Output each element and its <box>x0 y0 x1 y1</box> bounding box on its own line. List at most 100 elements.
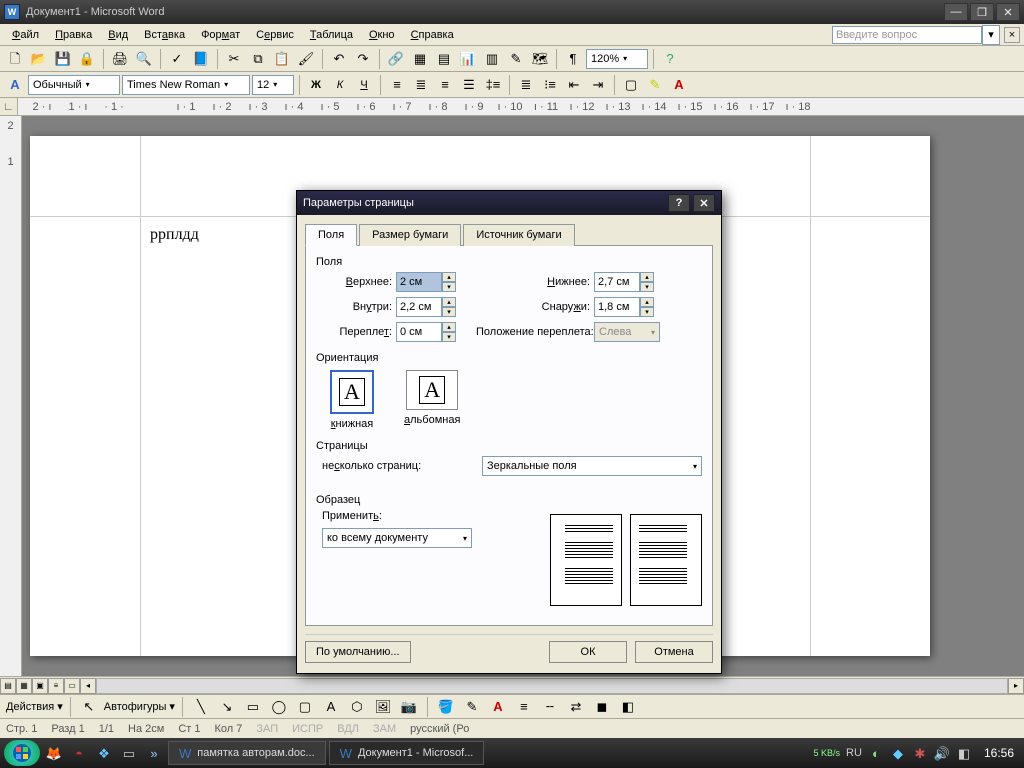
drawing-button[interactable]: ✎ <box>505 48 527 70</box>
shadow-button[interactable]: ◼ <box>591 696 613 718</box>
copy-button[interactable]: ⧉ <box>247 48 269 70</box>
format-painter-button[interactable]: 🖌 <box>295 48 317 70</box>
ql-firefox-icon[interactable]: 🦊 <box>43 742 65 764</box>
status-trk[interactable]: ИСПР <box>292 723 323 735</box>
help-search-dd[interactable]: ▾ <box>982 25 1000 45</box>
field-gutter[interactable]: ▴▾ <box>396 322 462 342</box>
save-button[interactable]: 💾 <box>52 48 74 70</box>
close-help-button[interactable]: × <box>1004 27 1020 43</box>
ql-app5-icon[interactable]: » <box>143 742 165 764</box>
orientation-portrait[interactable]: A книжная <box>330 370 374 430</box>
tray-icon-3[interactable]: ✱ <box>912 745 928 761</box>
status-lang[interactable]: русский (Ро <box>410 723 469 735</box>
tray-icon-5[interactable]: ◧ <box>956 745 972 761</box>
normal-view-button[interactable]: ▤ <box>0 678 16 694</box>
arrow-style-button[interactable]: ⇄ <box>565 696 587 718</box>
align-center-button[interactable]: ≣ <box>410 74 432 96</box>
font-size-combo[interactable]: 12▾ <box>252 75 294 95</box>
line-color-button[interactable]: ✎ <box>461 696 483 718</box>
line-button[interactable]: ╲ <box>190 696 212 718</box>
print-view-button[interactable]: ▣ <box>32 678 48 694</box>
menu-help[interactable]: Справка <box>403 26 462 44</box>
borders-button[interactable]: ▢ <box>620 74 642 96</box>
hscroll-right[interactable]: ▸ <box>1008 678 1024 694</box>
print-button[interactable]: 🖨 <box>109 48 131 70</box>
tab-selector[interactable]: ∟ <box>0 98 18 115</box>
tray-icon-1[interactable]: ◐ <box>868 745 884 761</box>
tray-lang[interactable]: RU <box>846 745 862 761</box>
styles-pane-button[interactable]: A <box>4 74 26 96</box>
align-left-button[interactable]: ≡ <box>386 74 408 96</box>
maximize-button[interactable]: ❐ <box>970 3 994 21</box>
3d-button[interactable]: ◧ <box>617 696 639 718</box>
menu-view[interactable]: Вид <box>100 26 136 44</box>
field-inside[interactable]: ▴▾ <box>396 297 462 317</box>
field-top[interactable]: ▴▾ <box>396 272 462 292</box>
indent-button[interactable]: ⇥ <box>587 74 609 96</box>
spin-up-icon[interactable]: ▴ <box>442 272 456 282</box>
tray-icon-2[interactable]: ◆ <box>890 745 906 761</box>
reading-view-button[interactable]: ▭ <box>64 678 80 694</box>
picture-button[interactable]: 📷 <box>398 696 420 718</box>
select-objects-button[interactable]: ↖ <box>78 696 100 718</box>
close-button[interactable]: ✕ <box>996 3 1020 21</box>
help-button[interactable]: ? <box>659 48 681 70</box>
clipart-button[interactable]: 🖼 <box>372 696 394 718</box>
style-combo[interactable]: Обычный▾ <box>28 75 120 95</box>
ql-app2-icon[interactable]: ◓ <box>68 742 90 764</box>
start-button[interactable] <box>4 740 40 766</box>
justify-button[interactable]: ☰ <box>458 74 480 96</box>
tray-clock[interactable]: 16:56 <box>978 746 1020 760</box>
spellcheck-button[interactable]: ✓ <box>166 48 188 70</box>
redo-button[interactable]: ↷ <box>352 48 374 70</box>
hyperlink-button[interactable]: 🔗 <box>385 48 407 70</box>
tab-fields[interactable]: Поля <box>305 224 357 246</box>
outline-view-button[interactable]: ≡ <box>48 678 64 694</box>
open-button[interactable]: 📂 <box>28 48 50 70</box>
menu-format[interactable]: Формат <box>193 26 248 44</box>
wordart-button[interactable]: A <box>320 696 342 718</box>
ql-app3-icon[interactable]: ❖ <box>93 742 115 764</box>
show-marks-button[interactable]: ¶ <box>562 48 584 70</box>
menu-table[interactable]: Таблица <box>302 26 361 44</box>
task-1[interactable]: Wпамятка авторам.doc... <box>168 741 326 765</box>
line-style-button[interactable]: ≡ <box>513 696 535 718</box>
highlight-button[interactable]: ✎ <box>644 74 666 96</box>
ql-show-desktop-icon[interactable]: ▭ <box>118 742 140 764</box>
minimize-button[interactable]: ― <box>944 3 968 21</box>
permission-button[interactable]: 🔒 <box>76 48 98 70</box>
arrow-button[interactable]: ↘ <box>216 696 238 718</box>
rectangle-button[interactable]: ▭ <box>242 696 264 718</box>
menu-file[interactable]: Файл <box>4 26 47 44</box>
task-2[interactable]: WДокумент1 - Microsof... <box>329 741 485 765</box>
ok-button[interactable]: ОК <box>549 641 627 663</box>
status-rec[interactable]: ЗАП <box>256 723 278 735</box>
italic-button[interactable]: К <box>329 74 351 96</box>
undo-button[interactable]: ↶ <box>328 48 350 70</box>
field-bottom[interactable]: ▴▾ <box>594 272 660 292</box>
excel-button[interactable]: 📊 <box>457 48 479 70</box>
autoshapes-menu[interactable]: Автофигуры ▾ <box>104 700 175 713</box>
bold-button[interactable]: Ж <box>305 74 327 96</box>
drawing-actions[interactable]: Действия ▾ <box>6 700 63 713</box>
font-color-button[interactable]: A <box>668 74 690 96</box>
bullets-button[interactable]: ⁝≡ <box>539 74 561 96</box>
field-outside[interactable]: ▴▾ <box>594 297 660 317</box>
hscroll-track[interactable] <box>96 678 1008 694</box>
tab-paper[interactable]: Размер бумаги <box>359 224 461 246</box>
zoom-combo[interactable]: 120%▾ <box>586 49 648 69</box>
menu-insert[interactable]: Вставка <box>136 26 193 44</box>
menu-window[interactable]: Окно <box>361 26 403 44</box>
oval-button[interactable]: ◯ <box>268 696 290 718</box>
research-button[interactable]: 📘 <box>190 48 212 70</box>
fill-color-button[interactable]: 🪣 <box>435 696 457 718</box>
status-ext[interactable]: ВДЛ <box>337 723 359 735</box>
dialog-close-button[interactable]: ✕ <box>693 194 715 212</box>
dash-style-button[interactable]: ╌ <box>539 696 561 718</box>
textbox-button[interactable]: ▢ <box>294 696 316 718</box>
diagram-button[interactable]: ⬡ <box>346 696 368 718</box>
cancel-button[interactable]: Отмена <box>635 641 713 663</box>
menu-service[interactable]: Сервис <box>248 26 302 44</box>
line-spacing-button[interactable]: ‡≡ <box>482 74 504 96</box>
underline-button[interactable]: Ч <box>353 74 375 96</box>
